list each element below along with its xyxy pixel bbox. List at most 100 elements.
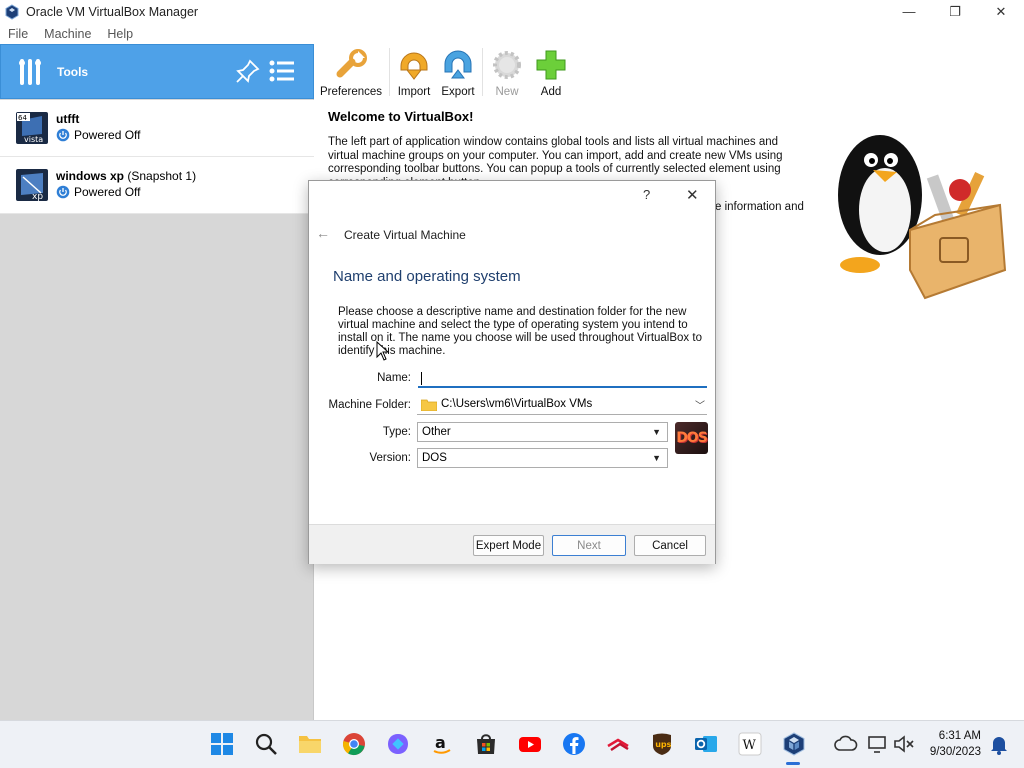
taskbar-youtube[interactable] bbox=[516, 730, 544, 758]
menu-file[interactable]: File bbox=[0, 27, 36, 41]
mouse-cursor-icon bbox=[376, 341, 390, 361]
folder-icon bbox=[421, 399, 437, 411]
vm-name-input[interactable] bbox=[418, 369, 707, 388]
chevron-down-icon: ﹀ bbox=[695, 401, 705, 412]
new-button[interactable]: New bbox=[485, 44, 529, 100]
type-label: Type: bbox=[382, 426, 411, 438]
export-icon bbox=[444, 50, 472, 79]
taskbar-virtualbox[interactable] bbox=[780, 730, 808, 758]
chrome-icon bbox=[342, 733, 365, 756]
taskbar-amazon[interactable]: a bbox=[428, 730, 456, 758]
taskbar-bank-of-america[interactable] bbox=[604, 730, 632, 758]
machine-folder-combo[interactable]: C:\Users\vm6\VirtualBox VMs ﹀ bbox=[417, 394, 707, 415]
powered-off-icon bbox=[56, 185, 70, 199]
type-select[interactable]: Other ▼ bbox=[417, 422, 668, 442]
text-caret bbox=[421, 372, 422, 385]
export-button[interactable]: Export bbox=[436, 44, 480, 100]
toolbar-separator bbox=[389, 48, 391, 96]
dialog-footer: Expert Mode Next Cancel bbox=[309, 524, 715, 564]
active-app-indicator bbox=[786, 762, 800, 765]
outlook-icon bbox=[695, 736, 717, 752]
add-button[interactable]: Add bbox=[529, 44, 573, 100]
taskbar-file-explorer[interactable] bbox=[296, 730, 324, 758]
welcome-text-tail: e information and bbox=[715, 201, 804, 213]
menu-machine[interactable]: Machine bbox=[36, 27, 99, 41]
vm-item-windows-xp[interactable]: xp windows xp (Snapshot 1) Powered Off bbox=[0, 157, 314, 214]
taskbar-facebook[interactable] bbox=[560, 730, 588, 758]
name-label: Name: bbox=[377, 372, 411, 384]
virtualbox-app-icon bbox=[5, 3, 19, 20]
taskbar-copilot[interactable] bbox=[384, 730, 412, 758]
taskbar-outlook[interactable] bbox=[692, 730, 720, 758]
tray-display[interactable] bbox=[864, 730, 892, 758]
clock-time[interactable]: 6:31 AM bbox=[925, 730, 981, 742]
start-button[interactable] bbox=[208, 730, 236, 758]
tools-icon bbox=[19, 58, 41, 85]
dialog-help-button[interactable]: ? bbox=[643, 187, 650, 202]
taskbar-wikipedia[interactable]: W bbox=[736, 730, 764, 758]
list-menu-icon[interactable] bbox=[269, 59, 295, 83]
svg-text:a: a bbox=[435, 733, 446, 752]
minimize-button[interactable]: — bbox=[886, 0, 932, 23]
welcome-title: Welcome to VirtualBox! bbox=[328, 109, 474, 124]
file-explorer-icon bbox=[299, 736, 321, 753]
import-icon bbox=[400, 52, 428, 80]
taskbar-search[interactable] bbox=[252, 730, 280, 758]
preferences-icon bbox=[336, 49, 367, 78]
wikipedia-icon: W bbox=[738, 732, 762, 756]
vm-state: Powered Off bbox=[56, 128, 140, 142]
dialog-heading: Name and operating system bbox=[333, 268, 521, 285]
pin-icon[interactable] bbox=[235, 58, 261, 84]
toolbar-separator bbox=[482, 48, 484, 96]
penguin-toolbox-mascot bbox=[838, 135, 1007, 300]
windows-vista-os-icon: 64 vista bbox=[16, 112, 48, 144]
taskbar-ups[interactable]: ups bbox=[648, 730, 676, 758]
display-icon bbox=[868, 736, 886, 753]
tools-item[interactable]: Tools bbox=[0, 44, 314, 99]
taskbar-chrome[interactable] bbox=[340, 730, 368, 758]
back-arrow-icon[interactable]: ← bbox=[316, 225, 330, 241]
clock-date[interactable]: 9/30/2023 bbox=[921, 746, 981, 758]
tray-volume[interactable] bbox=[890, 730, 918, 758]
menu-bar: File Machine Help bbox=[0, 23, 1024, 44]
taskbar: a ups W 6:31 AM 9/30/2023 bbox=[0, 720, 1024, 768]
tray-onedrive[interactable] bbox=[832, 730, 860, 758]
youtube-icon bbox=[519, 737, 541, 752]
virtualbox-icon bbox=[783, 732, 805, 756]
machine-list-pane: Tools 64 vista utfft Powered Off xp wind… bbox=[0, 44, 314, 720]
tools-label: Tools bbox=[57, 64, 89, 79]
vm-name: windows xp (Snapshot 1) bbox=[56, 169, 197, 183]
os-type-badge: DOS bbox=[675, 422, 708, 454]
expert-mode-button[interactable]: Expert Mode bbox=[473, 535, 544, 556]
dropdown-arrow-icon: ▼ bbox=[652, 427, 661, 437]
import-button[interactable]: Import bbox=[392, 44, 436, 100]
svg-text:W: W bbox=[743, 738, 757, 753]
vm-os-badge: xp bbox=[32, 192, 43, 201]
vm-bits-label: 64 bbox=[18, 114, 27, 122]
svg-text:ups: ups bbox=[655, 740, 671, 749]
new-gear-icon bbox=[493, 51, 522, 79]
speaker-muted-icon bbox=[894, 735, 914, 753]
tray-notifications[interactable] bbox=[985, 730, 1013, 758]
close-button[interactable]: ✕ bbox=[978, 0, 1024, 23]
menu-help[interactable]: Help bbox=[99, 27, 141, 41]
amazon-icon: a bbox=[433, 733, 451, 754]
vm-item-utfft[interactable]: 64 vista utfft Powered Off bbox=[0, 100, 314, 157]
bank-of-america-icon bbox=[607, 738, 629, 752]
copilot-icon bbox=[388, 734, 408, 754]
dialog-description: Please choose a descriptive name and des… bbox=[338, 306, 702, 357]
dialog-close-button[interactable]: ✕ bbox=[686, 186, 699, 204]
facebook-icon bbox=[563, 733, 585, 755]
vm-name: utfft bbox=[56, 112, 80, 126]
next-button[interactable]: Next bbox=[552, 535, 626, 556]
preferences-button[interactable]: Preferences bbox=[315, 44, 387, 100]
cancel-button[interactable]: Cancel bbox=[634, 535, 706, 556]
title-bar: Oracle VM VirtualBox Manager — ❐ ✕ bbox=[0, 0, 1024, 23]
main-toolbar: Preferences Import Export New Add bbox=[315, 44, 573, 100]
version-select[interactable]: DOS ▼ bbox=[417, 448, 668, 468]
create-vm-dialog: ? ✕ ← Create Virtual Machine Name and op… bbox=[308, 180, 716, 564]
taskbar-store[interactable] bbox=[472, 730, 500, 758]
powered-off-icon bbox=[56, 128, 70, 142]
restore-button[interactable]: ❐ bbox=[932, 0, 978, 23]
dialog-title: Create Virtual Machine bbox=[344, 228, 466, 242]
